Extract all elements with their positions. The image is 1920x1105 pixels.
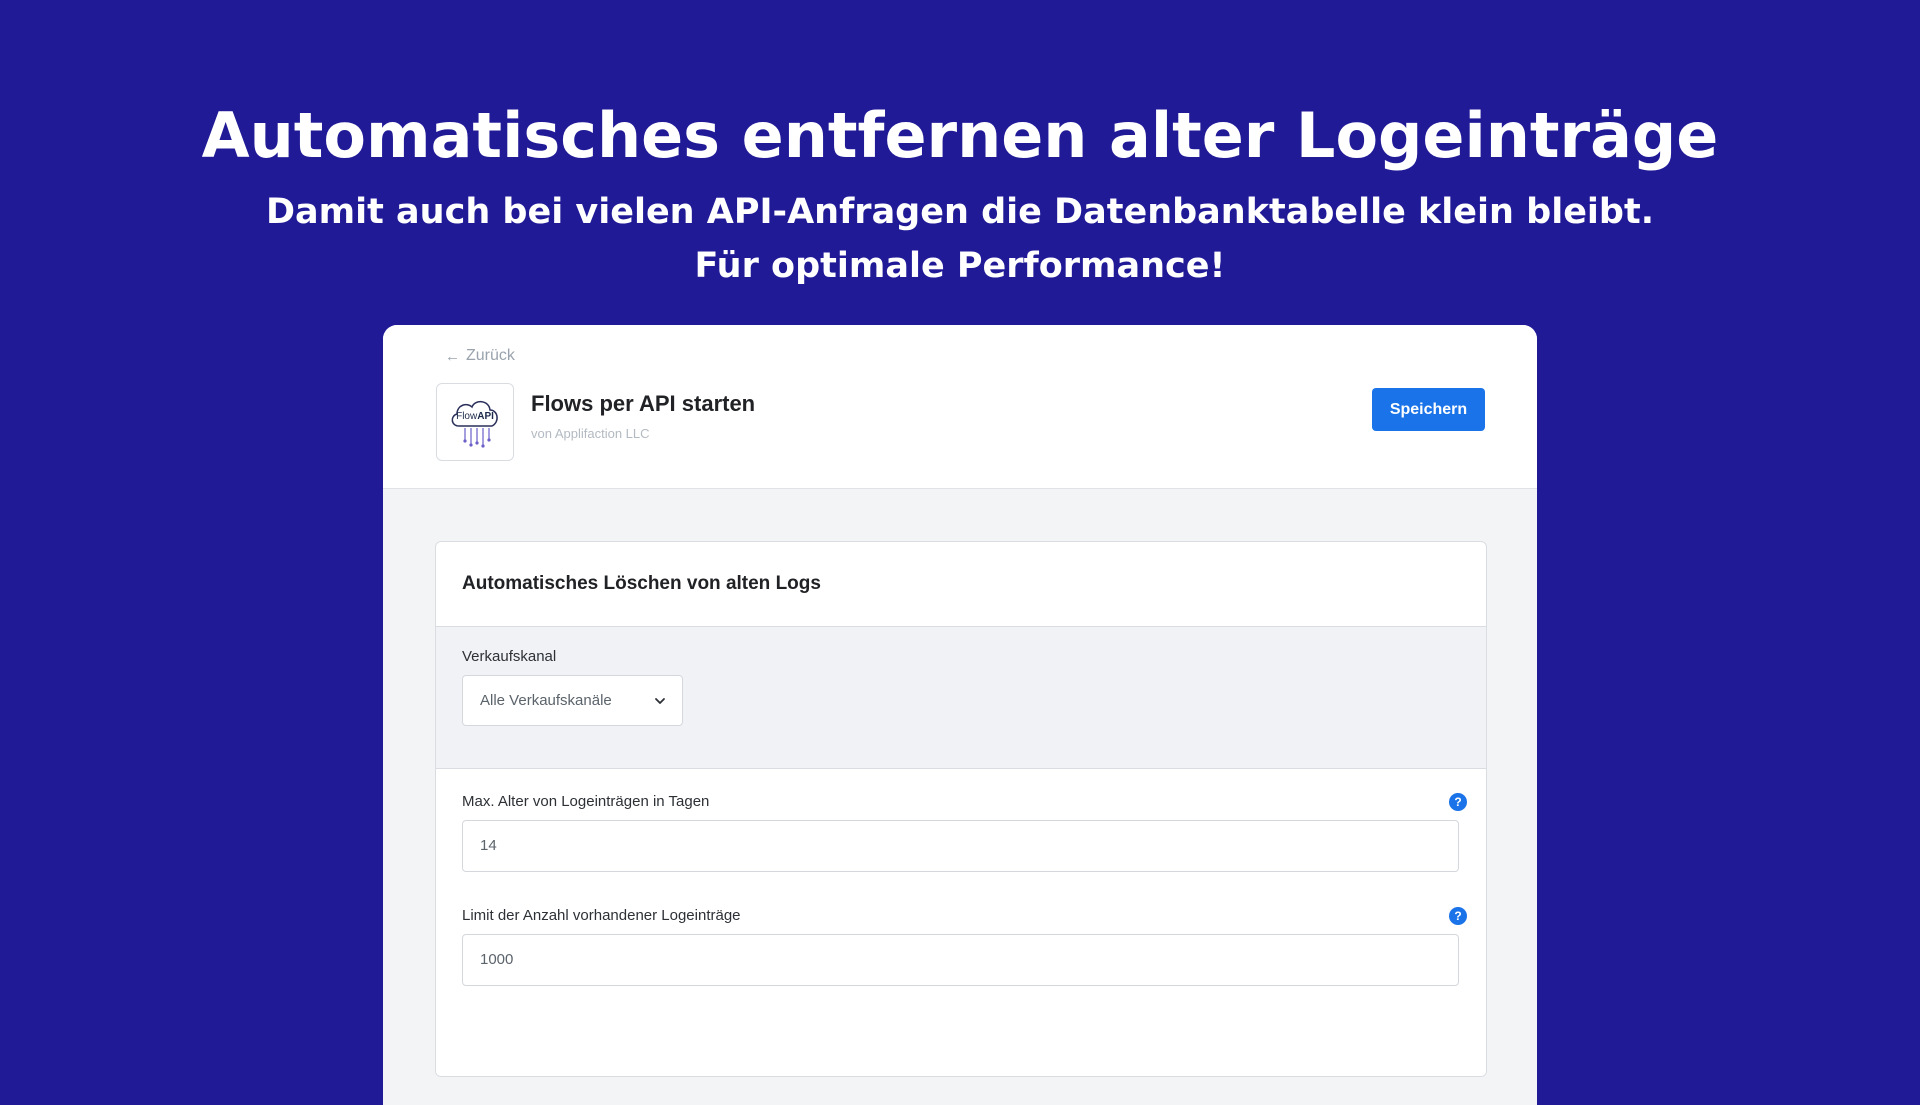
max-age-input[interactable]: 14 [462,820,1459,872]
app-logo: FlowAPI [436,383,514,461]
hero-subtitle-line1: Damit auch bei vielen API-Anfragen die D… [265,192,1655,232]
back-link-label: Zurück [466,347,515,364]
logo-wordmark: FlowAPI [437,411,513,422]
max-count-value: 1000 [480,951,514,968]
sales-channel-section: Verkaufskanal Alle Verkaufskanäle [436,627,1486,769]
hero-subtitle-line2: Für optimale Performance! [694,246,1226,286]
sales-channel-select[interactable]: Alle Verkaufskanäle [462,675,683,726]
max-age-label: Max. Alter von Logeinträgen in Tagen [462,793,710,810]
app-header: ← Zurück FlowAPI Flows per API starten v… [383,325,1537,489]
cloud-icon [451,401,498,448]
logo-text-suffix: API [477,411,494,422]
arrow-left-icon: ← [445,347,460,365]
max-age-value: 14 [480,837,497,854]
app-window: ← Zurück FlowAPI Flows per API starten v… [383,325,1537,1105]
card-title: Automatisches Löschen von alten Logs [462,573,821,594]
log-cleanup-card: Automatisches Löschen von alten Logs Ver… [435,541,1487,1077]
save-button[interactable]: Speichern [1372,388,1485,431]
max-count-label: Limit der Anzahl vorhandener Logeinträge [462,907,741,924]
card-header: Automatisches Löschen von alten Logs [436,542,1486,627]
max-count-input[interactable]: 1000 [462,934,1459,986]
chevron-down-icon [655,698,665,704]
sales-channel-value: Alle Verkaufskanäle [480,692,612,709]
app-vendor: von Applifaction LLC [531,426,650,441]
logo-text-prefix: Flow [456,411,478,422]
help-icon[interactable]: ? [1449,907,1467,925]
hero-title: Automatisches entfernen alter Logeinträg… [201,99,1719,172]
back-link[interactable]: ← Zurück [445,345,515,367]
help-icon[interactable]: ? [1449,793,1467,811]
log-limits-section: Max. Alter von Logeinträgen in Tagen ? 1… [436,769,1486,1076]
app-title: Flows per API starten [531,391,756,416]
sales-channel-label: Verkaufskanal [462,648,557,665]
